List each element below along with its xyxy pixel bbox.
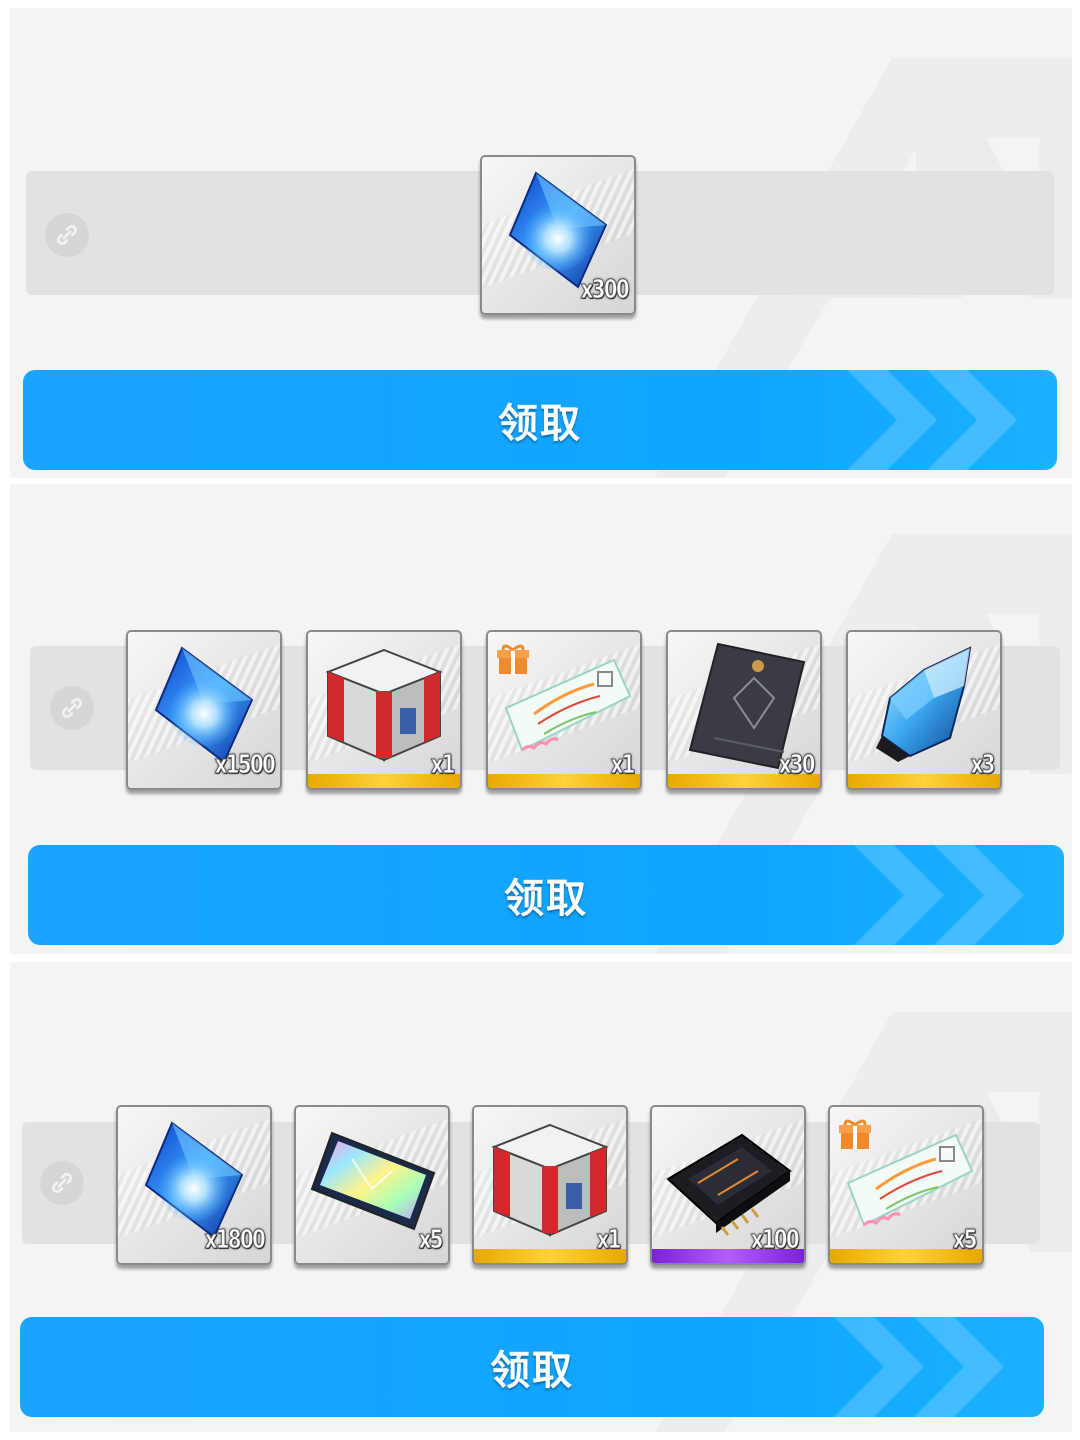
link-icon: [45, 213, 89, 257]
reward-item-gift-ticket[interactable]: x1: [486, 630, 642, 790]
link-icon: [40, 1161, 84, 1205]
reward-panel-3: N x1800 x5 x1: [10, 962, 1072, 1432]
chevron-decoration: [834, 1317, 1004, 1417]
gift-icon: [839, 1119, 871, 1149]
item-quantity: x1500: [214, 750, 276, 781]
reward-item-holo-card[interactable]: x5: [294, 1105, 450, 1265]
reward-item-blue-crystal[interactable]: x1800: [116, 1105, 272, 1265]
reward-item-blue-crystal[interactable]: x300: [480, 155, 636, 315]
chevron-decoration: [854, 845, 1024, 945]
gift-icon: [497, 644, 529, 674]
chevron-decoration: [847, 370, 1017, 470]
claim-button-label: 领取: [498, 401, 582, 447]
item-quantity: x5: [418, 1225, 443, 1256]
item-quantity: x1: [430, 750, 455, 781]
claim-button-label: 领取: [504, 876, 588, 922]
item-quantity: x1: [610, 750, 635, 781]
item-quantity: x1: [596, 1225, 621, 1256]
claim-button[interactable]: 领取: [20, 1317, 1044, 1417]
reward-item-blue-crystal[interactable]: x1500: [126, 630, 282, 790]
claim-button-label: 领取: [490, 1348, 574, 1394]
item-quantity: x1800: [204, 1225, 266, 1256]
item-quantity: x30: [778, 750, 815, 781]
reward-item-black-module[interactable]: x100: [650, 1105, 806, 1265]
item-quantity: x100: [750, 1225, 800, 1256]
item-quantity: x300: [580, 275, 630, 306]
reward-item-gift-ticket[interactable]: x5: [828, 1105, 984, 1265]
reward-item-supply-box[interactable]: x1: [472, 1105, 628, 1265]
reward-panel-1: N x300 领取: [10, 8, 1072, 478]
link-icon: [50, 686, 94, 730]
reward-panel-2: N x1500 x1: [10, 484, 1072, 954]
item-quantity: x5: [952, 1225, 977, 1256]
reward-item-ice-crystal[interactable]: x3: [846, 630, 1002, 790]
claim-button[interactable]: 领取: [28, 845, 1064, 945]
reward-item-dark-card[interactable]: x30: [666, 630, 822, 790]
reward-item-supply-box[interactable]: x1: [306, 630, 462, 790]
claim-button[interactable]: 领取: [23, 370, 1057, 470]
item-quantity: x3: [970, 750, 995, 781]
